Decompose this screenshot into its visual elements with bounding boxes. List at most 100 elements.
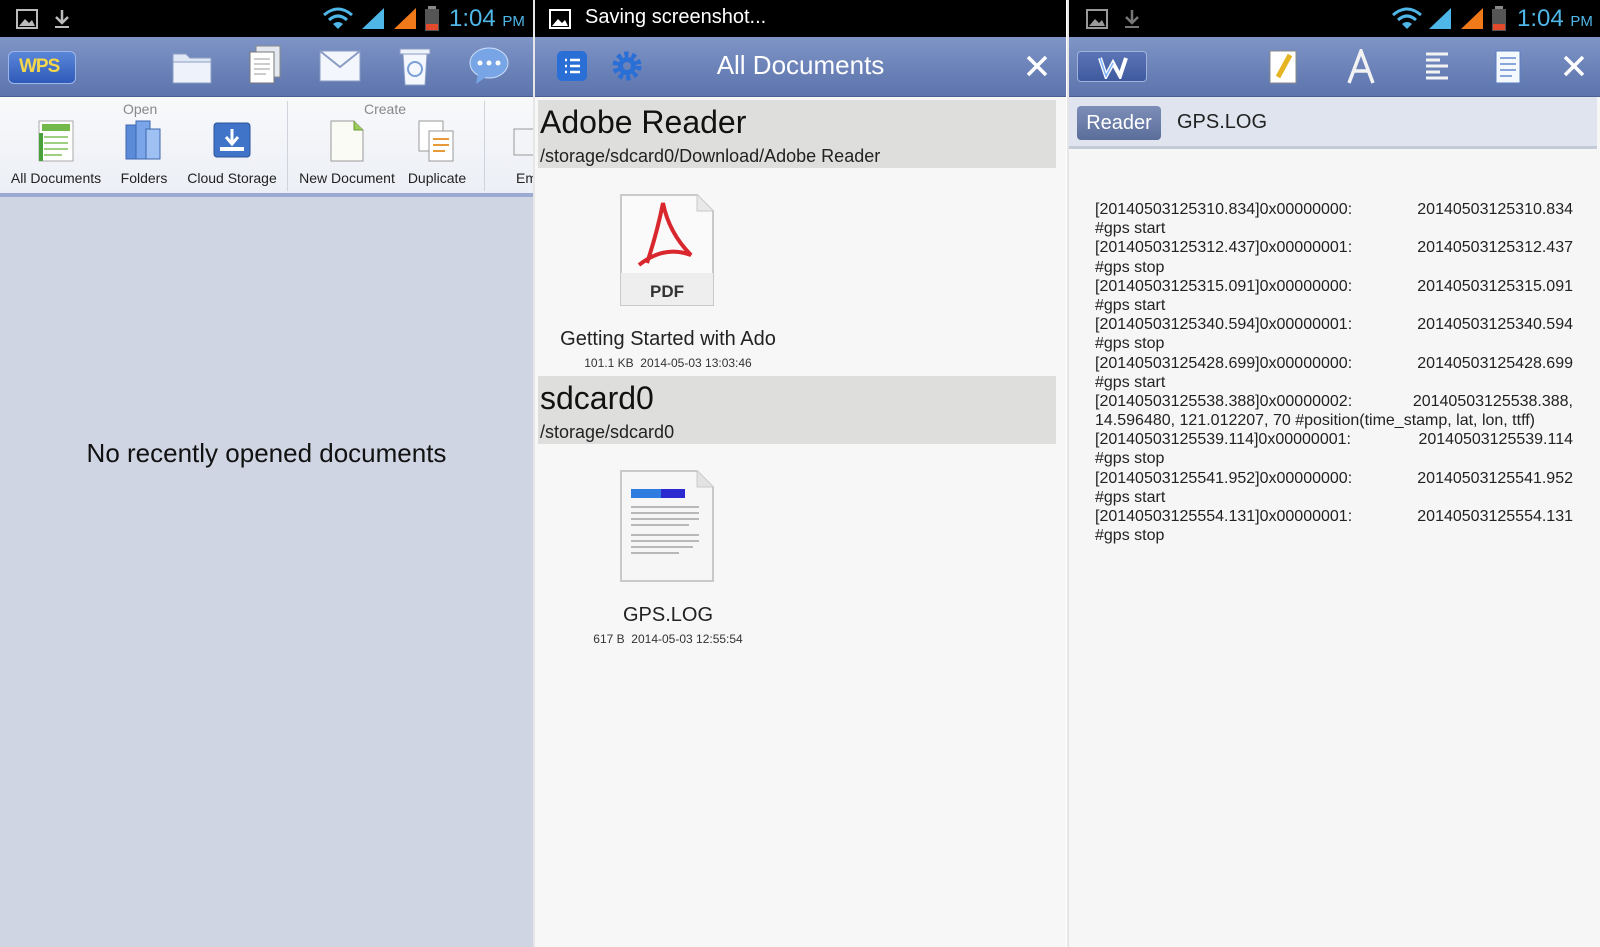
battery-icon [425, 6, 439, 31]
log-line: [20140503125310.834]0x00000000: 201405031… [1095, 200, 1573, 219]
time-text: 1:04 [1517, 5, 1564, 32]
close-icon[interactable] [1563, 55, 1585, 77]
log-line: #gps stop [1095, 334, 1573, 353]
log-timestamp: 20140503125310.834 [1417, 201, 1573, 218]
log-line: [20140503125538.388]0x00000002: 201405031… [1095, 392, 1573, 411]
new-document-label: New Document [299, 170, 395, 186]
log-text: #gps start [1095, 296, 1166, 314]
email-label: Em [516, 170, 533, 186]
edit-pencil-icon[interactable] [1268, 49, 1298, 85]
all-documents-button[interactable]: All Documents [11, 119, 101, 186]
log-line: [20140503125428.699]0x00000000: 201405031… [1095, 354, 1573, 373]
log-line: #gps stop [1095, 258, 1573, 277]
page-title: All Documents [716, 50, 885, 80]
text-file-icon[interactable] [619, 469, 715, 588]
mail-icon[interactable] [319, 50, 361, 82]
file-date: 2014-05-03 12:55:54 [631, 632, 743, 646]
writer-w-icon [1098, 57, 1128, 79]
log-timestamp: 20140503125541.952 [1417, 469, 1573, 487]
log-line: #gps stop [1095, 449, 1573, 468]
log-text: [20140503125340.594]0x00000001: [1095, 316, 1353, 334]
log-text: [20140503125312.437]0x00000001: [1095, 239, 1353, 257]
log-text: #gps stop [1095, 258, 1165, 276]
pdf-file-icon[interactable]: PDF [619, 193, 715, 312]
folder-section-header[interactable]: Adobe Reader /storage/sdcard0/Download/A… [538, 100, 1056, 168]
file-name: GPS.LOG [622, 604, 714, 626]
wps-logo-button[interactable]: WPS [8, 51, 76, 84]
page-view-icon[interactable] [1493, 49, 1523, 85]
log-line: #gps stop [1095, 526, 1573, 545]
signal-icon [362, 8, 384, 29]
wifi-icon [1392, 7, 1422, 29]
status-time: 1:04 PM [1517, 5, 1593, 33]
file-size: 617 B [593, 632, 625, 646]
log-text: [20140503125428.699]0x00000000: [1095, 354, 1353, 372]
log-text: #gps start [1095, 220, 1166, 238]
close-icon[interactable] [1026, 55, 1048, 77]
log-line: [20140503125541.952]0x00000000: 201405031… [1095, 469, 1573, 488]
log-line: [20140503125312.437]0x00000001: 201405031… [1095, 238, 1573, 257]
top-toolbar [1069, 37, 1600, 97]
log-text: [20140503125541.952]0x00000000: [1095, 469, 1353, 487]
log-text: #gps stop [1095, 450, 1165, 468]
log-line: #gps start [1095, 296, 1573, 315]
signal-2-icon [1461, 8, 1483, 29]
logo-text: WPS [19, 56, 60, 77]
log-line: [20140503125539.114]0x00000001: 201405031… [1095, 430, 1573, 449]
status-notification-text: Saving screenshot... [585, 6, 767, 28]
log-text: #gps start [1095, 373, 1166, 391]
log-line: [20140503125554.131]0x00000001: 201405031… [1095, 507, 1573, 526]
status-bar: 1:04 PM [1069, 0, 1600, 37]
recycle-bin-icon[interactable] [398, 46, 432, 86]
pdf-badge-text: PDF [650, 282, 684, 301]
ampm-text: PM [1570, 13, 1593, 30]
gallery-icon [16, 9, 38, 29]
font-format-icon[interactable] [1345, 49, 1377, 85]
new-document-button[interactable]: New Document [299, 119, 395, 186]
status-bar: Saving screenshot... [535, 0, 1066, 37]
log-line: 14.596480, 121.012207, 70 #position(time… [1095, 411, 1573, 430]
log-text: [20140503125538.388]0x00000002: [1095, 392, 1353, 410]
cloud-storage-button[interactable]: Cloud Storage [187, 119, 277, 186]
file-date: 2014-05-03 13:03:46 [640, 356, 752, 370]
folder-path: /storage/sdcard0 [540, 422, 675, 442]
time-text: 1:04 [449, 5, 496, 32]
open-group-label: Open [123, 101, 158, 117]
battery-icon [1492, 6, 1506, 31]
new-document-icon [330, 120, 364, 162]
ampm-text: PM [502, 13, 525, 30]
folders-label: Folders [120, 170, 168, 186]
folder-icon[interactable] [172, 48, 212, 84]
folders-button[interactable]: Folders [121, 119, 167, 186]
log-timestamp: 20140503125554.131 [1417, 508, 1573, 525]
writer-logo-button[interactable] [1077, 51, 1147, 82]
document-title: GPS.LOG [1177, 111, 1268, 133]
reader-mode-button[interactable]: Reader [1077, 106, 1161, 140]
download-icon [1125, 10, 1139, 28]
status-time: 1:04 PM [449, 5, 525, 33]
chat-bubble-icon[interactable] [468, 46, 510, 86]
file-meta: 617 B 2014-05-03 12:55:54 [535, 632, 801, 646]
document-content: [20140503125310.834]0x00000000: 201405031… [1095, 200, 1573, 545]
cloud-storage-icon [213, 122, 251, 158]
log-line: [20140503125315.091]0x00000000: 201405031… [1095, 277, 1573, 296]
log-text: #gps stop [1095, 335, 1165, 353]
paragraph-align-icon[interactable] [1422, 49, 1452, 85]
log-timestamp: 20140503125538.388, [1412, 392, 1573, 410]
empty-state-message: No recently opened documents [86, 438, 447, 468]
all-documents-label: All Documents [10, 170, 102, 186]
file-size: 101.1 KB [584, 356, 634, 370]
email-button[interactable]: Em [512, 119, 533, 186]
documents-icon[interactable] [248, 45, 282, 85]
ribbon-divider-2 [484, 101, 485, 191]
email-icon [513, 128, 533, 156]
gallery-icon [549, 9, 571, 29]
folder-section-header[interactable]: sdcard0 /storage/sdcard0 [538, 376, 1056, 444]
folder-name: sdcard0 [540, 380, 654, 416]
duplicate-button[interactable]: Duplicate [408, 119, 466, 186]
log-line: [20140503125340.594]0x00000001: 201405031… [1095, 315, 1573, 334]
log-line: #gps start [1095, 488, 1573, 507]
log-text: [20140503125315.091]0x00000000: [1095, 277, 1353, 295]
log-timestamp: 20140503125428.699 [1417, 354, 1573, 372]
folders-icon [125, 120, 161, 160]
